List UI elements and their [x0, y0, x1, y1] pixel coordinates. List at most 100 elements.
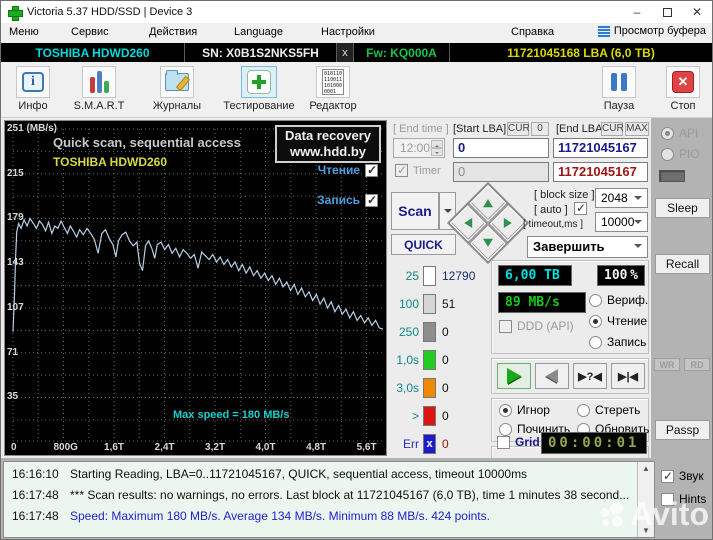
mode-verify[interactable]: Вериф.: [589, 293, 648, 307]
editor-button[interactable]: 010110 110011 101000 0001 Редактор: [305, 66, 361, 112]
back-button[interactable]: [535, 363, 569, 389]
counter-3s-box: [423, 378, 436, 398]
app-window: Victoria 5.37 HDD/SSD | Device 3 – ✕ Мен…: [0, 0, 713, 540]
write-radio: [589, 335, 602, 349]
quick-button[interactable]: QUICK: [391, 234, 456, 255]
end-time-spinner[interactable]: 12:00: [393, 138, 445, 158]
action-ignore[interactable]: Игнор: [499, 403, 550, 417]
menu-item-settings[interactable]: Настройки: [321, 26, 375, 38]
max-speed-note: Max speed = 180 MB/s: [173, 409, 290, 421]
drive-model[interactable]: TOSHIBA HDWD260: [1, 43, 185, 62]
log-row-2: 16:17:48 *** Scan results: no warnings, …: [12, 488, 630, 502]
timer-checkbox[interactable]: [395, 163, 408, 177]
start-lba-cur-button[interactable]: CUR: [507, 122, 530, 136]
log-window[interactable]: 16:16:10 Starting Reading, LBA=0..117210…: [3, 461, 655, 538]
hints-toggle[interactable]: Hints: [661, 492, 706, 506]
right-column: API PIO Sleep Recall WR RD Passp: [651, 118, 712, 458]
close-button[interactable]: ✕: [682, 1, 712, 23]
control-panel: [ End time ] [Start LBA] CUR 0 [End LBA]…: [389, 118, 649, 458]
block-size-dropdown[interactable]: 2048: [595, 188, 648, 208]
folder-pencil-icon: [165, 70, 189, 91]
maximize-button[interactable]: [652, 1, 682, 23]
seek-error-button[interactable]: ▶?◀: [573, 363, 607, 389]
action-erase[interactable]: Стереть: [577, 403, 640, 417]
menu-bar: Меню Сервис Действия Language Настройки …: [1, 23, 712, 43]
menu-item-menu[interactable]: Меню: [9, 26, 39, 38]
recall-button[interactable]: Recall: [655, 254, 710, 274]
y-axis-tick: 71: [7, 346, 19, 358]
drive-x-button[interactable]: x: [337, 43, 354, 62]
y-axis-tick: 107: [7, 301, 24, 313]
buffer-list-icon: [597, 25, 610, 37]
counter-slow-box: [423, 406, 436, 426]
title-bar: Victoria 5.37 HDD/SSD | Device 3 – ✕: [1, 1, 712, 23]
start-lba-zero-button[interactable]: 0: [531, 122, 549, 136]
counter-250: 250 0: [389, 321, 489, 343]
up-arrow-icon: [483, 198, 493, 207]
sleep-button[interactable]: Sleep: [655, 198, 710, 218]
wr-button[interactable]: WR: [654, 358, 680, 371]
testing-button[interactable]: Тестирование: [219, 66, 299, 112]
x-axis-tick: 0: [11, 442, 17, 453]
legend-read: Чтение: [318, 163, 378, 177]
ddd-api[interactable]: DDD (API): [499, 319, 574, 333]
graph-subtitle: TOSHIBA HDWD260: [53, 155, 168, 169]
read-checkbox[interactable]: [365, 163, 378, 177]
drive-capacity: 11721045168 LBA (6,0 TB): [507, 45, 655, 60]
menu-item-actions[interactable]: Действия: [149, 26, 197, 38]
seek-pad[interactable]: [446, 181, 530, 265]
green-cross-icon: [247, 70, 271, 94]
end-lba-label: [End LBA]: [556, 123, 606, 135]
start-button[interactable]: [497, 363, 531, 389]
smart-button[interactable]: S.M.A.R.T: [73, 66, 125, 112]
y-axis-tick: 179: [7, 212, 24, 224]
buffer-view-button[interactable]: Просмотр буфера: [597, 25, 706, 37]
rd-button[interactable]: RD: [684, 358, 710, 371]
seek-edge-button[interactable]: ▶|◀: [611, 363, 645, 389]
read-radio: [589, 314, 602, 328]
right-arrow-icon: [504, 218, 513, 228]
y-axis-tick: 143: [7, 257, 24, 269]
drive-firmware: Fw: KQ000A: [354, 43, 450, 62]
menu-item-language[interactable]: Language: [234, 26, 283, 38]
end-lba-max-button[interactable]: MAX: [625, 122, 649, 136]
journals-button[interactable]: Журналы: [151, 66, 203, 112]
stop-button[interactable]: ✕ Стоп: [657, 66, 709, 112]
log-row-1: 16:16:10 Starting Reading, LBA=0..117210…: [12, 467, 528, 481]
log-scrollbar[interactable]: ▲ ▼: [637, 462, 654, 537]
drive-info-bar: TOSHIBA HDWD260 SN: X0B1S2NKS5FH x Fw: K…: [1, 43, 712, 62]
timeout-label: [ timeout,ms ]: [523, 219, 584, 230]
sound-toggle[interactable]: Звук: [661, 469, 704, 483]
scroll-up-icon[interactable]: ▲: [642, 464, 650, 473]
counter-3s: 3,0s 0: [389, 377, 489, 399]
api-option[interactable]: API: [661, 126, 698, 140]
mode-write[interactable]: Запись: [589, 335, 646, 349]
graph-watermark: Data recovery www.hdd.by: [275, 125, 381, 163]
menu-item-help[interactable]: Справка: [511, 26, 554, 38]
end-lba-input[interactable]: 11721045167: [553, 138, 648, 158]
y-axis-tick: 35: [7, 391, 19, 403]
main-area: Quick scan, sequential access TOSHIBA HD…: [1, 118, 712, 458]
info-button[interactable]: i Инфо: [7, 66, 59, 112]
x-axis-tick: 2,4T: [154, 442, 175, 453]
scroll-down-icon[interactable]: ▼: [642, 526, 650, 535]
minimize-button[interactable]: –: [622, 1, 652, 23]
hints-checkbox: [661, 492, 674, 506]
error-x-icon: x: [423, 434, 436, 454]
log-row-3: 16:17:48 Speed: Maximum 180 MB/s. Averag…: [12, 509, 490, 523]
end-lba-cur-button[interactable]: CUR: [601, 122, 624, 136]
auto-checkbox[interactable]: [574, 201, 587, 215]
passp-button[interactable]: Passp: [655, 420, 710, 440]
menu-item-service[interactable]: Сервис: [71, 26, 109, 38]
ignore-radio: [499, 403, 512, 417]
timeout-dropdown[interactable]: 10000: [595, 212, 648, 232]
pio-option[interactable]: PIO: [661, 147, 700, 161]
action-dropdown[interactable]: Завершить: [527, 236, 648, 258]
auto-label: [ auto ]: [534, 204, 568, 216]
pause-button[interactable]: Пауза: [593, 66, 645, 112]
mode-read[interactable]: Чтение: [589, 314, 647, 328]
write-checkbox[interactable]: [365, 193, 378, 207]
scan-button[interactable]: Scan: [391, 192, 439, 230]
start-lba-input[interactable]: 0: [453, 138, 549, 158]
grid-toggle[interactable]: Grid: [497, 435, 540, 449]
